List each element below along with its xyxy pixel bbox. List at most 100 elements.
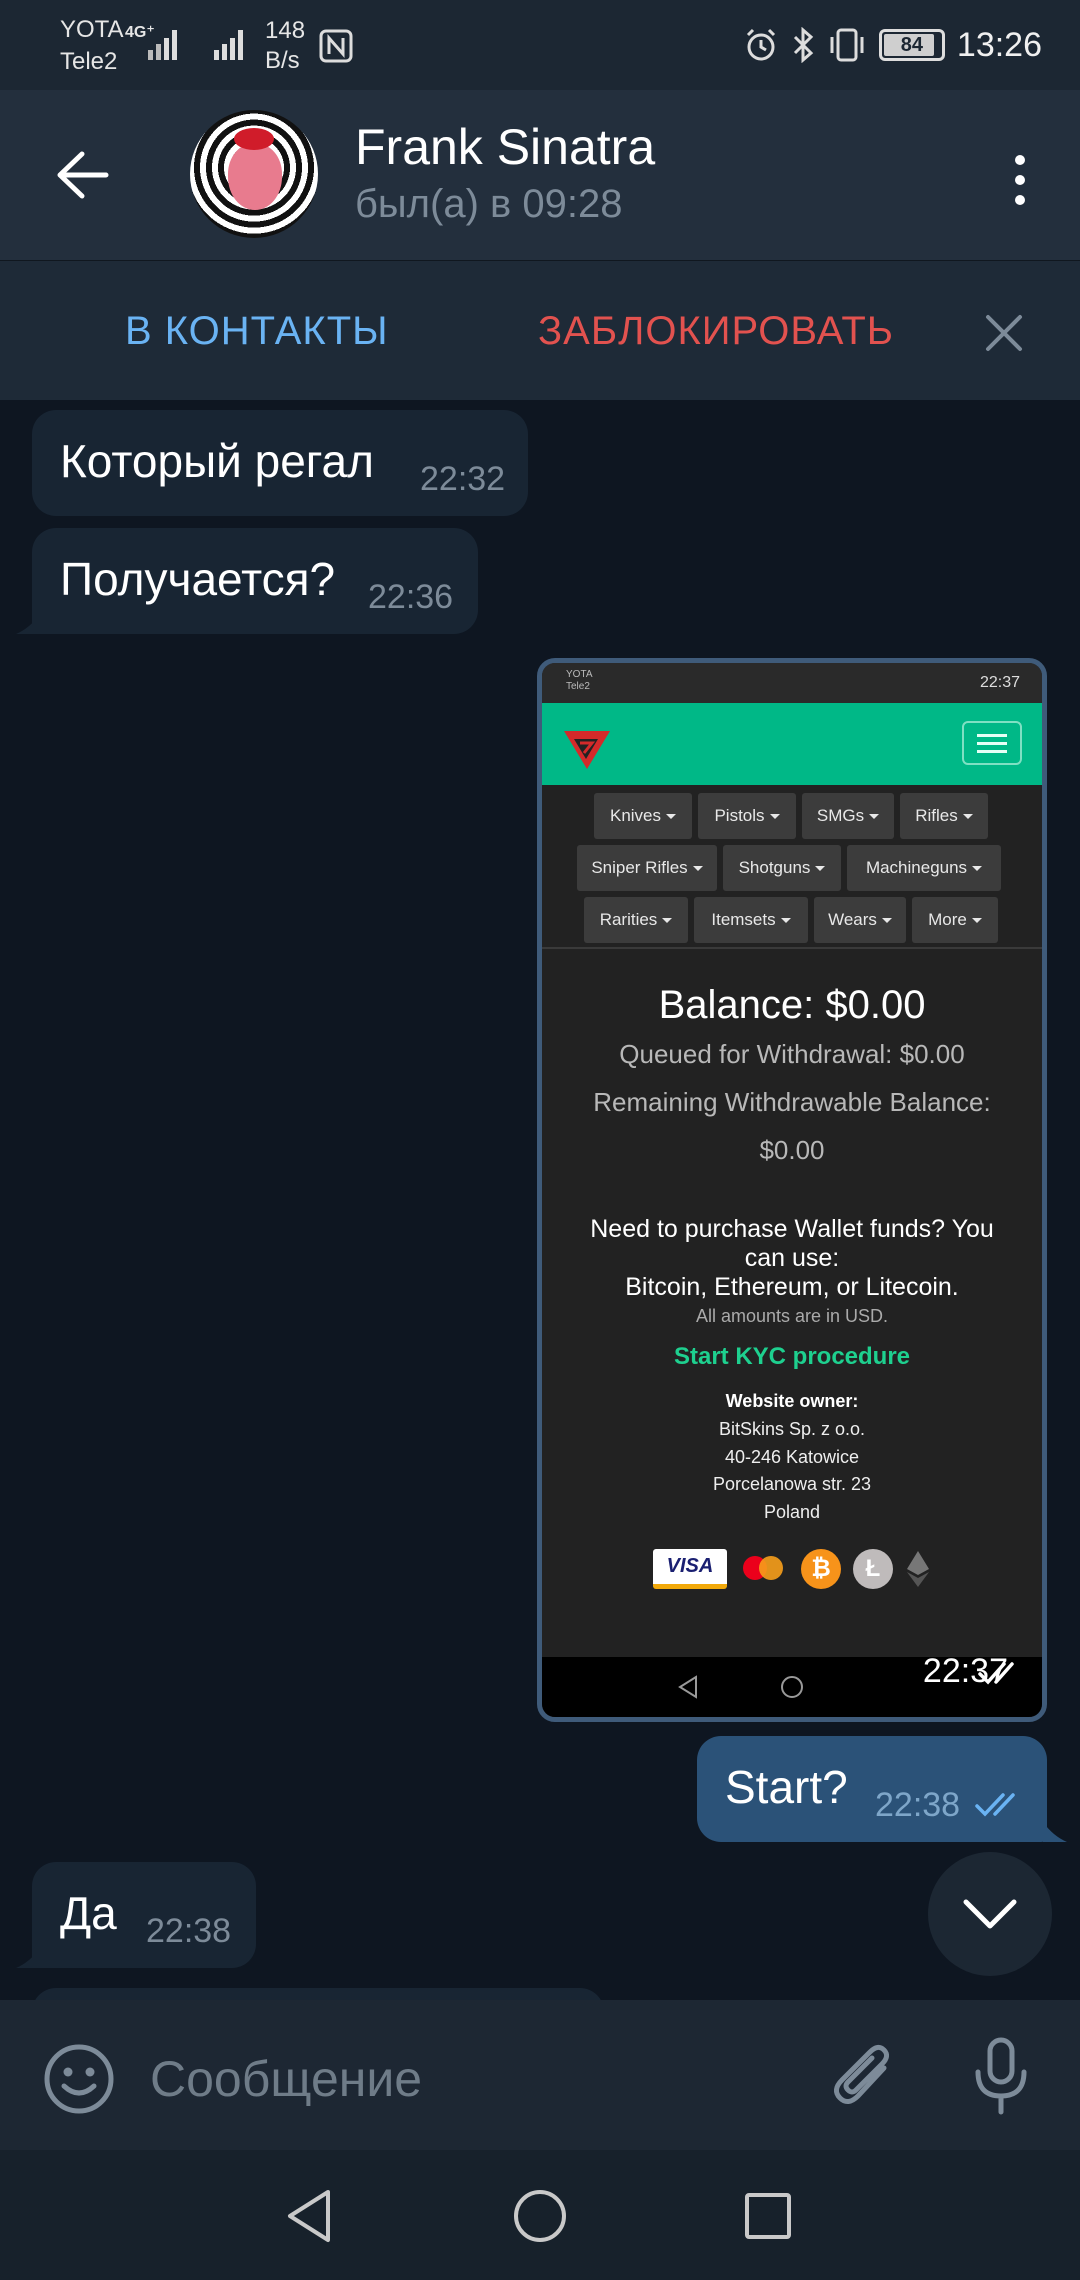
message-bubble-incoming[interactable]: Получается? 22:36 xyxy=(32,528,478,634)
status-bar: YOTA Tele2 4G⁺ 148 B/s 84 13:26 xyxy=(0,0,1080,90)
avatar[interactable] xyxy=(190,110,318,238)
nav-back-icon[interactable] xyxy=(280,2186,340,2246)
site-category-menu: Knives Pistols SMGs Rifles Sniper Rifles… xyxy=(542,785,1042,949)
nfc-icon xyxy=(319,29,353,63)
wallet-panel: Balance: $0.00 Queued for Withdrawal: $0… xyxy=(542,951,1042,1631)
block-user-button[interactable]: ЗАБЛОКИРОВАТЬ xyxy=(538,309,894,354)
contact-name[interactable]: Frank Sinatra xyxy=(355,118,655,176)
close-bar-button[interactable] xyxy=(976,305,1032,361)
last-seen-status: был(а) в 09:28 xyxy=(355,182,623,226)
owner-label: Website owner: xyxy=(725,1391,859,1411)
amounts-note: All amounts are in USD. xyxy=(695,1306,889,1326)
menu-machineguns: Machineguns xyxy=(847,845,1001,891)
read-ticks-icon xyxy=(978,1662,1014,1685)
message-list[interactable]: Который регал 22:32 Получается? 22:36 YO… xyxy=(0,400,1080,2000)
balance-text: Balance: $0.00 xyxy=(658,983,926,1027)
menu-knives: Knives xyxy=(594,793,692,839)
add-to-contacts-button[interactable]: В КОНТАКТЫ xyxy=(125,309,389,354)
more-options-button[interactable] xyxy=(1000,145,1040,215)
menu-sniper-rifles: Sniper Rifles xyxy=(577,845,717,891)
message-bubble-incoming[interactable] xyxy=(32,1988,604,2000)
chat-header: Frank Sinatra был(а) в 09:28 xyxy=(0,90,1080,260)
photo-carrier-1: YOTA xyxy=(566,669,593,680)
bubble-tail xyxy=(16,1948,40,1968)
back-triangle-icon xyxy=(678,1675,697,1699)
menu-itemsets: Itemsets xyxy=(694,897,808,943)
message-time: 22:36 xyxy=(368,578,454,616)
ethereum-icon xyxy=(907,1551,929,1587)
remaining-value: $0.00 xyxy=(759,1135,825,1165)
queued-text: Queued for Withdrawal: $0.00 xyxy=(619,1039,965,1069)
speed-value: 148 xyxy=(265,17,306,44)
bubble-tail xyxy=(16,614,40,634)
signal-icon xyxy=(148,30,177,60)
bluetooth-icon xyxy=(793,27,814,63)
message-text: Start? xyxy=(725,1761,848,1813)
payment-methods: VISA ₿ Ł xyxy=(542,1549,1042,1589)
bitskins-logo-icon xyxy=(564,731,610,769)
status-right: 84 13:26 xyxy=(743,22,1042,68)
carrier-labels: YOTA Tele2 xyxy=(60,14,124,78)
carrier-1: YOTA xyxy=(60,16,124,43)
microphone-icon[interactable] xyxy=(966,2036,1036,2116)
photo-clock: 22:37 xyxy=(979,674,1020,691)
photo-carrier-2: Tele2 xyxy=(566,681,590,692)
message-bubble-outgoing[interactable]: Start? 22:38 xyxy=(697,1736,1047,1842)
mastercard-icon xyxy=(739,1552,789,1586)
menu-shotguns: Shotguns xyxy=(723,845,841,891)
menu-rifles: Rifles xyxy=(900,793,988,839)
photo-carrier: YOTA Tele2 xyxy=(566,669,592,693)
vibrate-icon xyxy=(830,28,864,62)
purchase-line-2: can use: xyxy=(744,1244,840,1272)
owner-line: Porcelanowa str. 23 xyxy=(712,1474,872,1494)
contact-action-bar: В КОНТАКТЫ ЗАБЛОКИРОВАТЬ xyxy=(0,260,1080,400)
battery-icon: 84 xyxy=(878,29,945,61)
message-time: 22:32 xyxy=(420,460,506,498)
purchase-line-3: Bitcoin, Ethereum, or Litecoin. xyxy=(625,1273,959,1301)
bubble-tail xyxy=(1043,1822,1067,1842)
message-bubble-incoming[interactable]: Который регал 22:32 xyxy=(32,410,528,516)
site-navbar xyxy=(542,703,1042,785)
battery-level: 84 xyxy=(900,33,924,56)
system-nav-bar xyxy=(0,2150,1080,2280)
message-time: 22:38 xyxy=(146,1912,232,1950)
paperclip-icon[interactable] xyxy=(826,2038,902,2114)
message-input[interactable] xyxy=(150,2044,790,2114)
menu-wears: Wears xyxy=(814,897,906,943)
speed-unit: B/s xyxy=(265,47,300,74)
menu-more: More xyxy=(912,897,998,943)
photo-status-bar: YOTA Tele2 22:37 xyxy=(542,663,1042,703)
close-icon xyxy=(986,315,1022,351)
home-circle-icon xyxy=(781,1676,803,1698)
nav-recents-icon[interactable] xyxy=(738,2186,798,2246)
kyc-link: Start KYC procedure xyxy=(673,1343,911,1370)
message-text: Да xyxy=(60,1887,117,1939)
nav-home-icon[interactable] xyxy=(510,2186,570,2246)
arrow-left-icon xyxy=(57,151,109,199)
hamburger-menu-icon xyxy=(962,721,1022,765)
message-time: 22:38 xyxy=(875,1786,961,1824)
alarm-icon xyxy=(746,28,775,61)
message-composer xyxy=(0,2000,1080,2150)
clock: 13:26 xyxy=(956,25,1042,64)
menu-rarities: Rarities xyxy=(584,897,688,943)
litecoin-icon: Ł xyxy=(853,1549,893,1589)
emoji-icon[interactable] xyxy=(42,2042,116,2116)
message-bubble-incoming[interactable]: Да 22:38 xyxy=(32,1862,256,1968)
network-speed: 148 B/s xyxy=(265,16,305,76)
menu-pistols: Pistols xyxy=(698,793,796,839)
signal-icon xyxy=(214,30,243,60)
menu-smgs: SMGs xyxy=(802,793,894,839)
owner-line: Poland xyxy=(763,1502,821,1522)
scroll-to-bottom-button[interactable] xyxy=(928,1852,1052,1976)
back-button[interactable] xyxy=(48,140,118,210)
read-ticks-icon xyxy=(975,1793,1015,1817)
owner-line: 40-246 Katowice xyxy=(724,1447,860,1467)
photo-message[interactable]: YOTA Tele2 22:37 Knives Pistols SMGs Rif… xyxy=(537,658,1047,1722)
message-text: Который регал xyxy=(60,435,374,487)
bitcoin-icon: ₿ xyxy=(801,1549,841,1589)
chevron-down-icon xyxy=(963,1899,1017,1929)
message-text: Получается? xyxy=(60,553,336,605)
carrier-2: Tele2 xyxy=(60,48,118,75)
visa-icon: VISA xyxy=(653,1549,727,1589)
